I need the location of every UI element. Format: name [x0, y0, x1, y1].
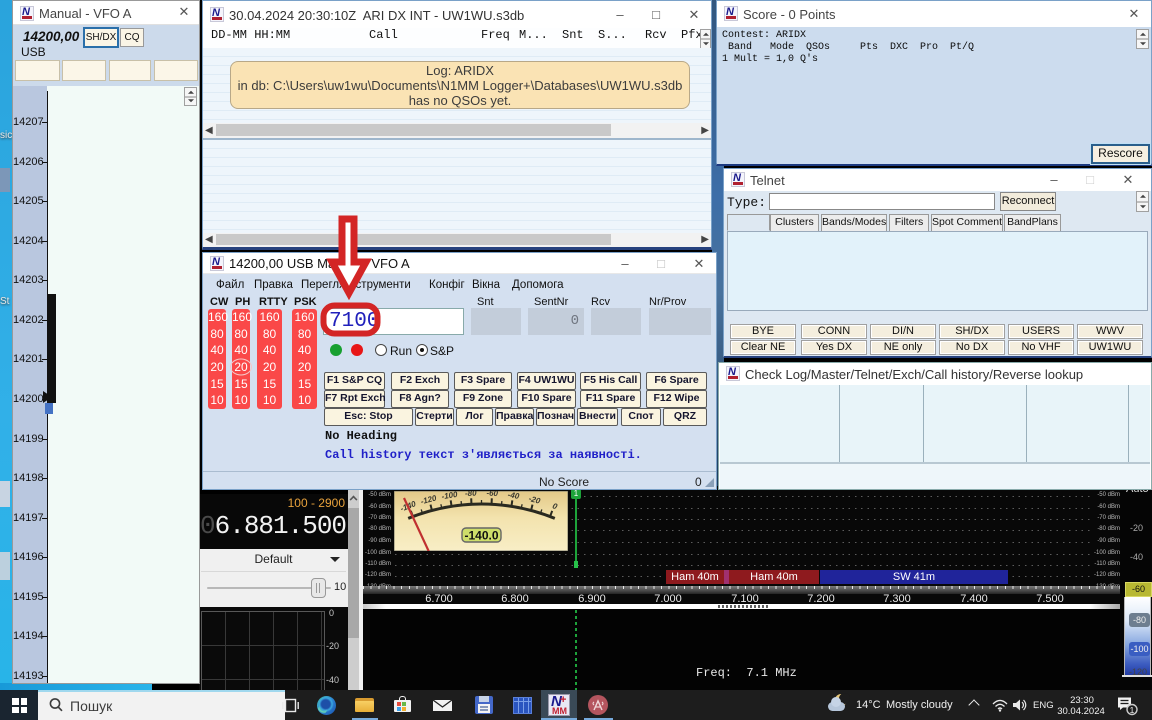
svg-text:-80: -80: [465, 491, 478, 498]
svg-text:-60: -60: [486, 491, 499, 498]
svg-text:-140.0: -140.0: [464, 529, 498, 543]
svg-text:1: 1: [1130, 705, 1135, 715]
